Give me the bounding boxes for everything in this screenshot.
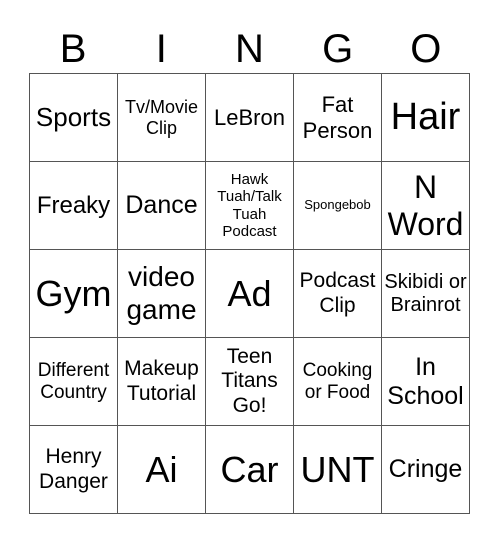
bingo-cell[interactable]: Dance (118, 162, 206, 250)
header-letter-o: O (410, 27, 442, 71)
bingo-cell[interactable]: Different Country (30, 338, 118, 426)
bingo-cell[interactable]: Sports (30, 74, 118, 162)
bingo-cell[interactable]: Cringe (382, 426, 470, 514)
bingo-cell[interactable]: Fat Person (294, 74, 382, 162)
bingo-cell[interactable]: LeBron (206, 74, 294, 162)
bingo-cell[interactable]: Gym (30, 250, 118, 338)
bingo-cell[interactable]: Freaky (30, 162, 118, 250)
bingo-cell[interactable]: Henry Danger (30, 426, 118, 514)
bingo-header: B I N G O (29, 24, 470, 74)
bingo-cell[interactable]: UNT (294, 426, 382, 514)
bingo-cell[interactable]: Hawk Tuah/Talk Tuah Podcast (206, 162, 294, 250)
header-letter-b: B (59, 27, 87, 71)
bingo-cell[interactable]: Makeup Tutorial (118, 338, 206, 426)
bingo-cell[interactable]: Car (206, 426, 294, 514)
header-letter-i: I (155, 27, 167, 71)
bingo-cell[interactable]: Tv/Movie Clip (118, 74, 206, 162)
bingo-cell[interactable]: Teen Titans Go! (206, 338, 294, 426)
bingo-cell[interactable]: In School (382, 338, 470, 426)
header-letter-n: N (235, 27, 264, 71)
bingo-cell[interactable]: Skibidi or Brainrot (382, 250, 470, 338)
bingo-cell[interactable]: Hair (382, 74, 470, 162)
bingo-cell[interactable]: video game (118, 250, 206, 338)
bingo-cell[interactable]: Ai (118, 426, 206, 514)
bingo-cell[interactable]: Spongebob (294, 162, 382, 250)
bingo-cell[interactable]: Cooking or Food (294, 338, 382, 426)
bingo-cell[interactable]: N Word (382, 162, 470, 250)
bingo-cell[interactable]: Podcast Clip (294, 250, 382, 338)
bingo-grid: Sports Tv/Movie Clip LeBron Fat Person H… (29, 73, 470, 514)
header-letter-g: G (322, 27, 354, 71)
bingo-cell[interactable]: Ad (206, 250, 294, 338)
